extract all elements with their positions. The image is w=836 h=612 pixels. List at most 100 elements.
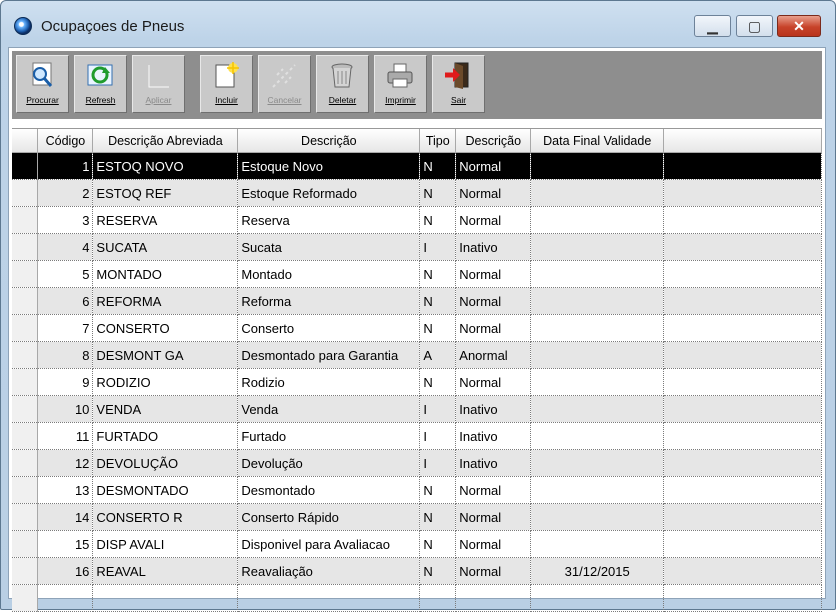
cell-codigo[interactable]: 6 xyxy=(37,287,94,315)
row-indicator[interactable] xyxy=(12,395,39,423)
cell-tipo[interactable]: N xyxy=(419,557,457,585)
cell-descricao-abreviada[interactable]: REFORMA xyxy=(92,287,239,315)
table-row[interactable]: 14 CONSERTO R Conserto Rápido N Normal xyxy=(12,503,822,531)
cell-descricao-abreviada[interactable]: DESMONTADO xyxy=(92,476,239,504)
cell-descricao[interactable]: Estoque Novo xyxy=(237,152,421,180)
cell-codigo[interactable]: 10 xyxy=(37,395,94,423)
row-indicator[interactable] xyxy=(12,179,39,207)
cell-descricao-abreviada[interactable]: CONSERTO R xyxy=(92,503,239,531)
cell-descricao[interactable]: Reserva xyxy=(237,206,421,234)
close-button[interactable]: ✕ xyxy=(777,15,821,37)
cell-codigo[interactable]: 13 xyxy=(37,476,94,504)
cell-tipo[interactable]: N xyxy=(419,476,457,504)
cell-descricao-abreviada[interactable]: MONTADO xyxy=(92,260,239,288)
cell-tipo[interactable]: A xyxy=(419,341,457,369)
title-bar[interactable]: Ocupaçoes de Pneus ▁ ▢ ✕ xyxy=(1,1,835,49)
row-indicator[interactable] xyxy=(12,314,39,342)
cell-tipo-descricao[interactable]: Normal xyxy=(455,206,532,234)
cell-descricao-abreviada[interactable]: SUCATA xyxy=(92,233,239,261)
cell-descricao[interactable]: Venda xyxy=(237,395,421,423)
cell-codigo[interactable]: 7 xyxy=(37,314,94,342)
imprimir-button[interactable]: Imprimir xyxy=(374,55,427,113)
cell-descricao-abreviada[interactable]: CONSERTO xyxy=(92,314,239,342)
row-indicator[interactable] xyxy=(12,584,39,612)
cell-tipo[interactable]: N xyxy=(419,260,457,288)
table-row[interactable]: 11 FURTADO Furtado I Inativo xyxy=(12,422,822,450)
cell-tipo-descricao[interactable]: Normal xyxy=(455,152,532,180)
cell-tipo[interactable]: N xyxy=(419,314,457,342)
cell-data-final-validade[interactable] xyxy=(530,476,665,504)
cell-descricao-abreviada[interactable]: DISP AVALI xyxy=(92,530,239,558)
row-indicator[interactable] xyxy=(12,449,39,477)
row-indicator[interactable] xyxy=(12,503,39,531)
cell-descricao[interactable]: Conserto xyxy=(237,314,421,342)
cell-data-final-validade[interactable] xyxy=(530,395,665,423)
cell-codigo[interactable]: 16 xyxy=(37,557,94,585)
cell-tipo-descricao[interactable]: Normal xyxy=(455,287,532,315)
column-header-descricao-abreviada[interactable]: Descrição Abreviada xyxy=(92,129,239,153)
cell-tipo[interactable]: N xyxy=(419,152,457,180)
cell-data-final-validade[interactable] xyxy=(530,584,665,612)
row-indicator[interactable] xyxy=(12,287,39,315)
cell-tipo-descricao[interactable]: Inativo xyxy=(455,395,532,423)
cell-tipo-descricao[interactable]: Normal xyxy=(455,179,532,207)
table-row[interactable]: 3 RESERVA Reserva N Normal xyxy=(12,206,822,234)
cell-tipo[interactable]: I xyxy=(419,395,457,423)
cell-descricao[interactable]: Estoque Reformado xyxy=(237,179,421,207)
cell-descricao-abreviada[interactable]: RODIZIO xyxy=(92,368,239,396)
cell-data-final-validade[interactable] xyxy=(530,179,665,207)
cell-data-final-validade[interactable]: 31/12/2015 xyxy=(530,557,665,585)
cell-tipo-descricao[interactable]: Normal xyxy=(455,314,532,342)
cell-descricao[interactable]: Devolução xyxy=(237,449,421,477)
row-indicator[interactable] xyxy=(12,260,39,288)
cell-data-final-validade[interactable] xyxy=(530,530,665,558)
cell-descricao-abreviada[interactable]: VENDA xyxy=(92,395,239,423)
column-header-data-final-validade[interactable]: Data Final Validade xyxy=(530,129,665,153)
cell-tipo-descricao[interactable] xyxy=(455,584,532,612)
cell-tipo-descricao[interactable]: Normal xyxy=(455,260,532,288)
table-row[interactable]: 12 DEVOLUÇÃO Devolução I Inativo xyxy=(12,449,822,477)
cell-descricao-abreviada[interactable] xyxy=(92,584,239,612)
cell-descricao-abreviada[interactable]: DEVOLUÇÃO xyxy=(92,449,239,477)
cell-descricao[interactable]: Desmontado xyxy=(237,476,421,504)
cell-data-final-validade[interactable] xyxy=(530,287,665,315)
row-indicator[interactable] xyxy=(12,476,39,504)
table-row-empty[interactable] xyxy=(12,584,822,612)
cell-data-final-validade[interactable] xyxy=(530,314,665,342)
table-row[interactable]: 13 DESMONTADO Desmontado N Normal xyxy=(12,476,822,504)
refresh-button[interactable]: Refresh xyxy=(74,55,127,113)
row-indicator[interactable] xyxy=(12,206,39,234)
table-row[interactable]: 10 VENDA Venda I Inativo xyxy=(12,395,822,423)
cell-data-final-validade[interactable] xyxy=(530,233,665,261)
cell-tipo[interactable]: N xyxy=(419,503,457,531)
minimize-button[interactable]: ▁ xyxy=(694,15,731,37)
cell-codigo[interactable]: 3 xyxy=(37,206,94,234)
table-row[interactable]: 8 DESMONT GA Desmontado para Garantia A Anor… xyxy=(12,341,822,369)
cell-codigo[interactable]: 2 xyxy=(37,179,94,207)
sair-button[interactable]: Sair xyxy=(432,55,485,113)
cell-tipo-descricao[interactable]: Normal xyxy=(455,557,532,585)
cell-codigo[interactable]: 9 xyxy=(37,368,94,396)
procurar-button[interactable]: Procurar xyxy=(16,55,69,113)
table-row[interactable]: 16 REAVAL Reavaliação N Normal 31/12/2015 xyxy=(12,557,822,585)
column-header-tipo[interactable]: Tipo xyxy=(419,129,457,153)
cell-tipo-descricao[interactable]: Normal xyxy=(455,530,532,558)
row-indicator[interactable] xyxy=(12,557,39,585)
cell-data-final-validade[interactable] xyxy=(530,206,665,234)
cell-descricao[interactable]: Montado xyxy=(237,260,421,288)
cell-data-final-validade[interactable] xyxy=(530,152,665,180)
cell-codigo[interactable]: 8 xyxy=(37,341,94,369)
cell-descricao-abreviada[interactable]: FURTADO xyxy=(92,422,239,450)
cell-descricao-abreviada[interactable]: ESTOQ NOVO xyxy=(92,152,239,180)
table-row[interactable]: 2 ESTOQ REF Estoque Reformado N Normal xyxy=(12,179,822,207)
cell-codigo[interactable]: 14 xyxy=(37,503,94,531)
cell-descricao[interactable]: Reforma xyxy=(237,287,421,315)
cell-tipo-descricao[interactable]: Inativo xyxy=(455,233,532,261)
row-indicator[interactable] xyxy=(12,152,39,180)
cell-codigo[interactable] xyxy=(37,584,94,612)
table-row[interactable]: 15 DISP AVALI Disponivel para Avaliacao N No… xyxy=(12,530,822,558)
cell-descricao-abreviada[interactable]: REAVAL xyxy=(92,557,239,585)
cell-descricao[interactable]: Rodizio xyxy=(237,368,421,396)
cell-tipo[interactable]: I xyxy=(419,422,457,450)
cell-descricao[interactable]: Desmontado para Garantia xyxy=(237,341,421,369)
